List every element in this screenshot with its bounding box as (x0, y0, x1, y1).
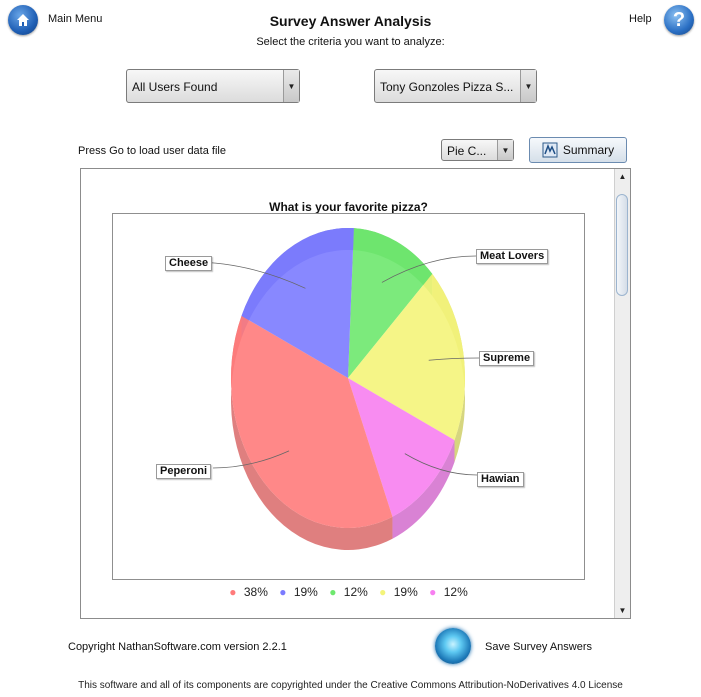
legend-item: ● 19% (279, 585, 318, 599)
chart-type-value: Pie C... (447, 144, 487, 158)
save-icon[interactable] (435, 628, 471, 664)
slice-label-hawian: Hawian (477, 472, 524, 487)
page-title: Survey Answer Analysis (269, 13, 432, 29)
legend-item: ● 38% (229, 585, 268, 599)
slice-label-cheese: Cheese (165, 256, 213, 271)
slice-label-supreme: Supreme (479, 351, 535, 366)
chart-legend: ● 38% ● 19% ● 12% ● 19% ● 12% (112, 585, 585, 599)
chevron-down-icon[interactable]: ▼ (520, 70, 536, 102)
save-survey-answers-button[interactable]: Save Survey Answers (485, 641, 592, 653)
scroll-up-icon[interactable]: ▲ (616, 170, 629, 183)
scroll-thumb[interactable] (616, 194, 628, 296)
summary-button[interactable]: Summary (529, 137, 627, 163)
legend-item: ● 12% (429, 585, 468, 599)
slice-label-meat-lovers: Meat Lovers (476, 249, 549, 264)
chevron-down-icon[interactable]: ▼ (283, 70, 299, 102)
survey-filter-value: Tony Gonzoles Pizza S... (380, 80, 514, 94)
slice-label-peperoni: Peperoni (156, 464, 212, 479)
load-prompt: Press Go to load user data file (78, 145, 226, 157)
chart-title: What is your favorite pizza? (269, 200, 428, 214)
survey-filter-select[interactable]: Tony Gonzoles Pizza S... ▼ (374, 69, 537, 103)
copyright-text: Copyright NathanSoftware.com version 2.2… (68, 641, 287, 653)
chart-type-select[interactable]: Pie C... ▼ (441, 139, 514, 161)
summary-icon (542, 142, 558, 158)
user-filter-value: All Users Found (132, 80, 218, 94)
license-text: This software and all of its components … (78, 680, 623, 691)
legend-item: ● 19% (379, 585, 418, 599)
chart-scrollbar[interactable]: ▲ ▼ (614, 169, 630, 618)
scroll-down-icon[interactable]: ▼ (616, 604, 629, 617)
user-filter-select[interactable]: All Users Found ▼ (126, 69, 300, 103)
legend-item: ● 12% (329, 585, 368, 599)
chevron-down-icon[interactable]: ▼ (497, 140, 513, 160)
summary-button-label: Summary (562, 143, 615, 157)
page-subtitle: Select the criteria you want to analyze: (256, 36, 445, 48)
